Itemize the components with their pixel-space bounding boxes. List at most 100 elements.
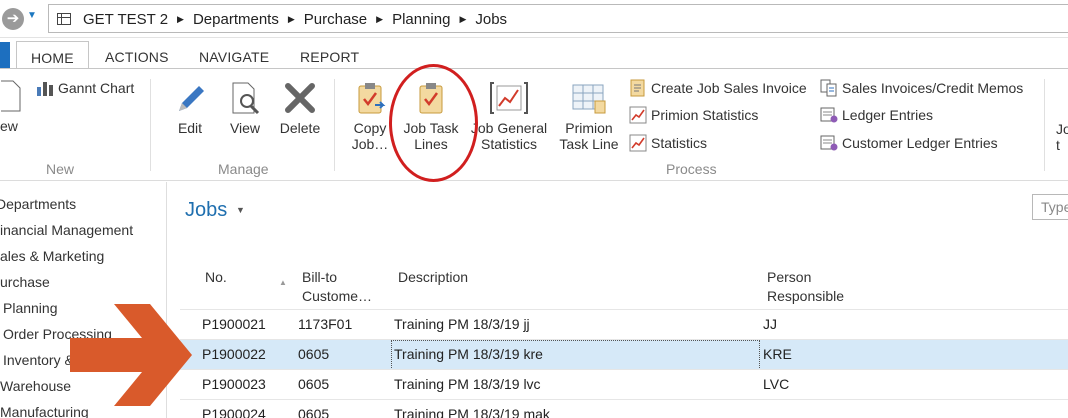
gannt-chart-label: Gannt Chart [58, 80, 135, 96]
history-dropdown-icon[interactable]: ▼ [27, 10, 37, 21]
sales-invoices-label: Sales Invoices/Credit Memos [842, 80, 1024, 96]
table-row-selected[interactable]: P1900022 0605 Training PM 18/3/19 kre KR… [180, 339, 1068, 370]
column-header-person-line1: Person [767, 269, 812, 285]
job-general-label-1: Job General [470, 120, 548, 136]
bar-chart-icon [37, 82, 53, 96]
invoice-icon [630, 79, 645, 97]
primion-task-line-button[interactable]: Primion Task Line [556, 81, 622, 152]
new-button[interactable]: ew [0, 79, 22, 134]
view-label: View [229, 120, 261, 136]
nav-item-financial-management[interactable]: inancial Management [0, 222, 133, 238]
nav-item-planning[interactable]: Planning [3, 300, 58, 316]
column-header-bill-to[interactable]: Bill-to Custome… [302, 268, 372, 306]
group-label-new: New [46, 161, 75, 177]
cut-off-label-2: t [1056, 137, 1060, 153]
page-title[interactable]: Jobs [185, 199, 227, 222]
tab-home[interactable]: HOME [16, 41, 89, 70]
chevron-right-icon: ▶ [376, 14, 384, 24]
column-header-person-responsible[interactable]: Person Responsible [767, 268, 844, 306]
cell-no[interactable]: P1900022 [202, 346, 266, 362]
breadcrumb-item[interactable]: Planning [392, 11, 450, 28]
search-input[interactable]: Type [1032, 194, 1068, 220]
sort-ascending-icon: ▲ [279, 278, 287, 287]
cell-description[interactable]: Training PM 18/3/19 lvc [394, 376, 541, 392]
delete-button[interactable]: Delete [276, 81, 324, 136]
group-divider [334, 79, 335, 171]
statistics-chart-icon [629, 106, 647, 124]
delete-x-icon [285, 83, 315, 113]
statistics-chart-icon [490, 82, 528, 114]
cell-description[interactable]: Training PM 18/3/19 kre [394, 346, 543, 362]
chevron-right-icon: ▶ [287, 14, 295, 24]
sales-invoices-credit-memos-button[interactable]: Sales Invoices/Credit Memos [820, 79, 1023, 97]
breadcrumb-item[interactable]: Jobs [475, 11, 507, 28]
nav-item-manufacturing[interactable]: Manufacturing [0, 404, 89, 418]
copy-job-label-1: Copy [353, 120, 387, 136]
clipboard-copy-icon [358, 83, 386, 114]
primion-statistics-button[interactable]: Primion Statistics [629, 106, 758, 124]
breadcrumb-item[interactable]: Departments [193, 11, 279, 28]
cell-bill-to[interactable]: 0605 [298, 346, 329, 362]
chevron-right-icon: ▶ [177, 14, 184, 24]
new-button-label: ew [0, 118, 18, 134]
primion-task-label-1: Primion [565, 120, 613, 136]
tab-report[interactable]: REPORT [300, 49, 359, 65]
customer-ledger-label: Customer Ledger Entries [842, 135, 998, 151]
cell-no[interactable]: P1900024 [202, 406, 266, 418]
group-label-manage: Manage [218, 161, 269, 177]
cell-bill-to[interactable]: 0605 [298, 406, 329, 418]
nav-item-purchase[interactable]: urchase [0, 274, 50, 290]
nav-item-warehouse[interactable]: Warehouse [0, 378, 71, 394]
create-job-sales-invoice-button[interactable]: Create Job Sales Invoice [629, 79, 807, 97]
tab-actions[interactable]: ACTIONS [105, 49, 169, 65]
job-general-statistics-button[interactable]: Job General Statistics [467, 81, 551, 152]
breadcrumb: GET TEST 2 ▶ Departments ▶ Purchase ▶ Planning… [83, 11, 507, 28]
cut-off-label-1: Jo [1056, 121, 1068, 137]
statistics-label: Statistics [651, 135, 708, 151]
address-bar: ➔ ▼ GET TEST 2 ▶ Departments ▶ Purchase ▶ Plan… [0, 0, 1068, 38]
cell-no[interactable]: P1900023 [202, 376, 266, 392]
annotation-circle [389, 64, 478, 182]
group-label-process: Process [666, 161, 717, 177]
breadcrumb-item[interactable]: GET TEST 2 [83, 11, 168, 28]
copy-job-button[interactable]: Copy Job… [348, 81, 392, 152]
column-header-no[interactable]: No. [205, 268, 227, 287]
page-grid-icon [57, 13, 71, 25]
nav-item-departments[interactable]: Departments [0, 196, 76, 212]
cell-person[interactable]: LVC [763, 376, 789, 392]
cut-off-button[interactable]: Jo t [1056, 121, 1068, 153]
cell-person[interactable]: KRE [763, 346, 792, 362]
cell-description[interactable]: Training PM 18/3/19 mak [394, 406, 550, 418]
table-row[interactable]: P1900024 0605 Training PM 18/3/19 mak [180, 399, 1068, 418]
gannt-chart-button[interactable]: Gannt Chart [36, 79, 134, 97]
documents-link-icon [820, 79, 837, 97]
cell-person[interactable]: JJ [763, 316, 777, 332]
breadcrumb-box[interactable]: GET TEST 2 ▶ Departments ▶ Purchase ▶ Planning… [48, 4, 1068, 33]
customer-ledger-entries-button[interactable]: Customer Ledger Entries [820, 134, 998, 152]
cell-description[interactable]: Training PM 18/3/19 jj [394, 316, 530, 332]
annotation-arrow-icon [70, 304, 192, 406]
statistics-chart-icon [629, 134, 647, 152]
pencil-icon [179, 86, 204, 111]
edit-button[interactable]: Edit [170, 81, 210, 136]
nav-item-sales-marketing[interactable]: ales & Marketing [0, 248, 104, 264]
ledger-entries-button[interactable]: Ledger Entries [820, 106, 933, 124]
primion-statistics-label: Primion Statistics [651, 107, 759, 123]
cell-bill-to[interactable]: 0605 [298, 376, 329, 392]
column-header-description[interactable]: Description [398, 268, 468, 287]
application-menu-button[interactable] [0, 42, 10, 69]
new-document-icon [1, 80, 21, 112]
cell-bill-to[interactable]: 1173F01 [298, 316, 352, 332]
chevron-down-icon[interactable]: ▼ [236, 205, 245, 215]
view-button[interactable]: View [224, 81, 266, 136]
job-general-label-2: Statistics [480, 136, 537, 152]
back-arrow-icon[interactable]: ➔ [2, 8, 24, 30]
table-row[interactable]: P1900021 1173F01 Training PM 18/3/19 jj … [180, 309, 1068, 339]
cell-no[interactable]: P1900021 [202, 316, 266, 332]
copy-job-label-2: Job… [351, 136, 389, 152]
tab-navigate[interactable]: NAVIGATE [199, 49, 269, 65]
statistics-button[interactable]: Statistics [629, 134, 707, 152]
column-header-bill-to-line1: Bill-to [302, 269, 338, 285]
table-row[interactable]: P1900023 0605 Training PM 18/3/19 lvc LV… [180, 369, 1068, 399]
breadcrumb-item[interactable]: Purchase [304, 11, 367, 28]
